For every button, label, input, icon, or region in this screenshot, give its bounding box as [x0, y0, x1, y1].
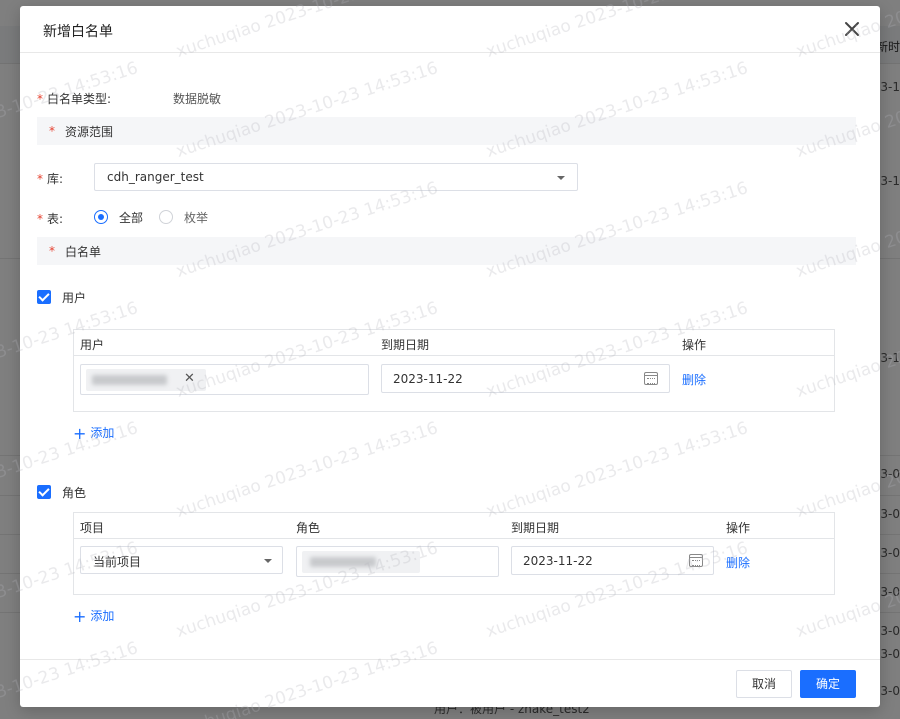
project-select[interactable]: 当前项目 — [80, 546, 283, 574]
role-table: 项目 角色 到期日期 操作 当前项目 2023-11-22 删除 — [73, 512, 835, 595]
database-label: * 库: — [37, 170, 63, 187]
user-add-label: 添加 — [90, 426, 115, 440]
user-table-header: 用户 到期日期 操作 — [74, 330, 834, 356]
cancel-button[interactable]: 取消 — [736, 670, 792, 698]
caret-down-icon — [557, 176, 565, 180]
required-mark: * — [49, 124, 55, 138]
user-select[interactable]: ✕ — [80, 364, 369, 395]
tag-close-icon[interactable]: ✕ — [184, 371, 195, 386]
user-add-button[interactable]: + 添加 — [73, 424, 114, 443]
calendar-icon — [644, 372, 658, 385]
calendar-icon — [689, 554, 703, 567]
radio-enum[interactable] — [159, 210, 173, 224]
resource-scope-title: 资源范围 — [65, 125, 114, 139]
confirm-button[interactable]: 确定 — [800, 670, 856, 698]
whitelist-title: 白名单 — [65, 245, 102, 259]
role-delete-link[interactable]: 删除 — [726, 554, 750, 571]
role-checkbox[interactable] — [37, 485, 51, 499]
user-tag: ✕ — [86, 369, 206, 391]
required-mark: * — [37, 172, 43, 186]
required-mark: * — [49, 244, 55, 258]
required-mark: * — [37, 92, 43, 106]
role-expire-date-picker[interactable]: 2023-11-22 — [511, 546, 714, 575]
project-select-value: 当前项目 — [93, 555, 142, 569]
blurred-user-name — [92, 375, 167, 385]
whitelist-type-label: * 白名单类型: — [37, 90, 111, 107]
resource-scope-section: * 资源范围 — [37, 117, 856, 145]
role-select[interactable] — [296, 546, 499, 577]
radio-all-label[interactable]: 全部 — [119, 209, 143, 226]
table-label: * 表: — [37, 210, 63, 227]
column-header-action: 操作 — [682, 338, 707, 352]
column-header-user: 用户 — [80, 338, 105, 352]
whitelist-type-value: 数据脱敏 — [173, 92, 222, 106]
database-select[interactable]: cdh_ranger_test — [94, 163, 578, 191]
user-expire-date-picker[interactable]: 2023-11-22 — [381, 364, 670, 393]
role-table-header: 项目 角色 到期日期 操作 — [74, 513, 834, 539]
table-label-text: 表: — [47, 212, 64, 226]
radio-enum-label[interactable]: 枚举 — [184, 209, 208, 226]
blurred-role-name — [310, 557, 376, 567]
column-header-role: 角色 — [296, 521, 321, 535]
user-delete-link[interactable]: 删除 — [682, 371, 706, 388]
user-checkbox-label[interactable]: 用户 — [62, 289, 86, 306]
role-tag — [302, 551, 420, 573]
close-icon[interactable] — [842, 19, 862, 39]
column-header-project: 项目 — [80, 521, 105, 535]
database-label-text: 库: — [47, 172, 64, 186]
column-header-action: 操作 — [726, 521, 751, 535]
whitelist-section: * 白名单 — [37, 237, 856, 265]
user-table: 用户 到期日期 操作 ✕ 2023-11-22 删除 — [73, 329, 835, 412]
role-add-button[interactable]: + 添加 — [73, 607, 114, 626]
dialog-header: 新增白名单 — [20, 6, 880, 53]
radio-all[interactable] — [94, 210, 108, 224]
plus-icon: + — [73, 424, 87, 443]
caret-down-icon — [264, 559, 272, 563]
plus-icon: + — [73, 607, 87, 626]
dialog-title: 新增白名单 — [43, 24, 113, 40]
required-mark: * — [37, 212, 43, 226]
column-header-expire: 到期日期 — [381, 338, 430, 352]
role-checkbox-label[interactable]: 角色 — [62, 484, 86, 501]
dialog-footer: 取消 确定 — [20, 659, 880, 707]
role-add-label: 添加 — [90, 609, 115, 623]
column-header-expire: 到期日期 — [511, 521, 560, 535]
whitelist-type-label-text: 白名单类型: — [47, 92, 112, 106]
add-whitelist-dialog: 新增白名单 * 白名单类型: 数据脱敏 * 资源范围 * 库: cdh_ranger… — [20, 6, 880, 707]
user-expire-date-value: 2023-11-22 — [393, 372, 463, 386]
database-select-value: cdh_ranger_test — [107, 170, 204, 184]
role-expire-date-value: 2023-11-22 — [523, 554, 593, 568]
user-checkbox[interactable] — [37, 290, 51, 304]
